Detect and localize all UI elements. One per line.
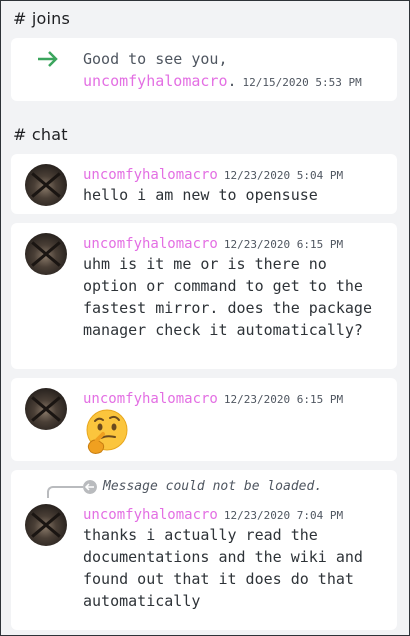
arrow-right-icon	[38, 51, 58, 67]
reply-preview[interactable]: Message could not be loaded.	[103, 479, 322, 494]
join-timestamp: 12/15/2020 5:53 PM	[242, 76, 362, 89]
join-message: Good to see you, uncomfyhalomacro. 12/15/…	[83, 48, 362, 94]
join-username[interactable]: uncomfyhalomacro	[83, 72, 228, 90]
message-username[interactable]: uncomfyhalomacro	[83, 236, 218, 252]
message-text: thanks i actually read the documentation…	[83, 526, 372, 610]
message-timestamp: 12/23/2020 7:04 PM	[223, 509, 344, 522]
thinking-face-icon	[86, 409, 128, 454]
message-username[interactable]: uncomfyhalomacro	[83, 167, 218, 183]
reply-icon	[83, 480, 97, 494]
avatar[interactable]	[25, 388, 67, 430]
message-card: uncomfyhalomacro 12/23/2020 6:15 PM	[11, 378, 397, 461]
message-timestamp: 12/23/2020 6:15 PM	[223, 393, 344, 406]
section-title-chat: # chat	[13, 125, 68, 144]
reply-connector	[47, 486, 83, 498]
join-suffix: .	[227, 72, 237, 90]
message-card: Message could not be loaded. uncomfyhalo…	[11, 470, 397, 630]
message-text: uhm is it me or is there no option or co…	[83, 255, 382, 339]
avatar[interactable]	[25, 233, 67, 275]
message-username[interactable]: uncomfyhalomacro	[83, 507, 218, 523]
avatar[interactable]	[25, 164, 67, 206]
message-timestamp: 12/23/2020 6:15 PM	[223, 238, 344, 251]
avatar[interactable]	[25, 504, 67, 546]
message-text: hello i am new to opensuse	[83, 186, 318, 204]
join-greeting: Good to see you,	[83, 50, 228, 68]
section-title-joins: # joins	[13, 9, 71, 28]
message-timestamp: 12/23/2020 5:04 PM	[223, 169, 344, 182]
join-card: Good to see you, uncomfyhalomacro. 12/15/…	[11, 38, 397, 101]
message-username[interactable]: uncomfyhalomacro	[83, 391, 218, 407]
message-card: uncomfyhalomacro 12/23/2020 5:04 PM hello…	[11, 154, 397, 214]
message-card: uncomfyhalomacro 12/23/2020 6:15 PM uhm i…	[11, 223, 397, 369]
